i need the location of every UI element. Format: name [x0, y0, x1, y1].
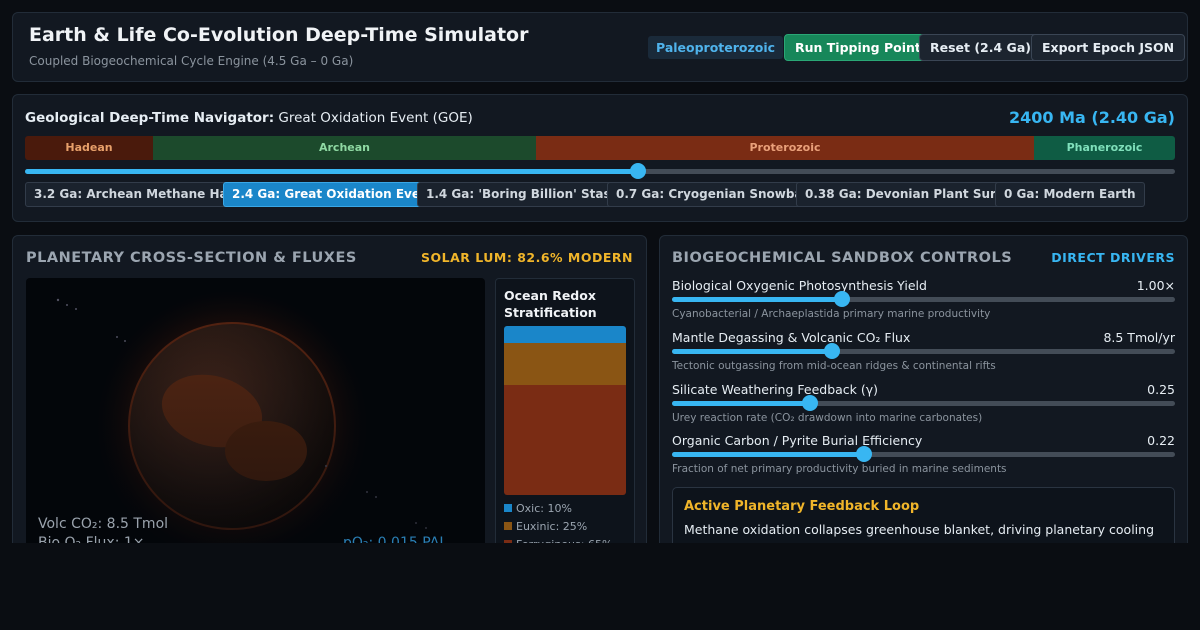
burial-efficiency-control: Organic Carbon / Pyrite Burial Efficienc…: [672, 433, 1175, 483]
ocean-redox-panel: Ocean Redox Stratification Oxic: 10% Eux…: [495, 278, 635, 558]
burial-efficiency-thumb[interactable]: [855, 446, 872, 462]
export-epoch-json-button[interactable]: Export Epoch JSON: [1031, 34, 1186, 61]
preset-boring-billion[interactable]: 1.4 Ga: 'Boring Billion' Stasis: [417, 182, 631, 207]
oxic-layer: [504, 326, 626, 343]
viewport-cutoff: [0, 543, 1200, 630]
photosynthesis-yield-slider[interactable]: [672, 291, 1175, 307]
app-header: Earth & Life Co-Evolution Deep-Time Simu…: [12, 12, 1188, 82]
preset-modern-earth[interactable]: 0 Ga: Modern Earth: [995, 182, 1145, 207]
euxinic-layer: [504, 342, 626, 386]
time-slider-fill: [25, 169, 638, 174]
photosynthesis-yield-thumb[interactable]: [834, 291, 850, 307]
burial-efficiency-slider[interactable]: [672, 446, 1175, 462]
burial-efficiency-desc: Fraction of net primary productivity bur…: [672, 463, 1007, 475]
controls-title: BIOGEOCHEMICAL SANDBOX CONTROLS: [672, 250, 1013, 266]
navigator-label: Geological Deep-Time Navigator: Great Ox…: [25, 110, 473, 126]
volcanic-co2-control: Mantle Degassing & Volcanic CO₂ Flux 8.5…: [672, 330, 1175, 380]
silicate-weathering-control: Silicate Weathering Feedback (γ) 0.25 Ur…: [672, 382, 1175, 432]
silicate-weathering-value: 0.25: [1147, 382, 1175, 397]
ferruginous-layer: [504, 385, 626, 495]
navigator-label-title: Geological Deep-Time Navigator:: [25, 110, 275, 126]
legend-oxic-label: Oxic: 10%: [516, 502, 572, 515]
run-tipping-point-button[interactable]: Run Tipping Point: [784, 34, 932, 61]
volcanic-co2-desc: Tectonic outgassing from mid-ocean ridge…: [672, 360, 996, 372]
time-readout: 2400 Ma (2.40 Ga): [1009, 108, 1175, 127]
navigator-event-name: Great Oxidation Event (GOE): [278, 110, 473, 126]
preset-archean-methane-haze[interactable]: 3.2 Ga: Archean Methane Haze: [25, 182, 252, 207]
volcanic-co2-fill: [672, 349, 832, 354]
volcanic-co2-slider[interactable]: [672, 343, 1175, 359]
burial-efficiency-value: 0.22: [1147, 433, 1175, 448]
photosynthesis-yield-desc: Cyanobacterial / Archaeplastida primary …: [672, 308, 991, 320]
app-subtitle: Coupled Biogeochemical Cycle Engine (4.5…: [29, 54, 354, 68]
cross-section-panel: PLANETARY CROSS-SECTION & FLUXES SOLAR L…: [12, 235, 647, 565]
burial-efficiency-fill: [672, 452, 864, 457]
app-title: Earth & Life Co-Evolution Deep-Time Simu…: [29, 24, 529, 46]
time-slider[interactable]: [25, 163, 1175, 179]
silicate-weathering-thumb[interactable]: [801, 395, 818, 411]
legend-swatch-oxic: [504, 504, 512, 512]
legend-euxinic-label: Euxinic: 25%: [516, 520, 588, 533]
era-badge: Paleoproterozoic: [648, 36, 784, 59]
eon-hadean[interactable]: Hadean: [25, 136, 153, 160]
silicate-weathering-desc: Urey reaction rate (CO₂ drawdown into ma…: [672, 412, 983, 424]
preset-devonian-plant-surge[interactable]: 0.38 Ga: Devonian Plant Surge: [796, 182, 1022, 207]
ocean-redox-title: Ocean Redox Stratification: [504, 288, 597, 320]
eon-timeline-bar[interactable]: Hadean Archean Proterozoic Phanerozoic: [25, 136, 1175, 160]
photosynthesis-yield-control: Biological Oxygenic Photosynthesis Yield…: [672, 278, 1175, 328]
eon-archean[interactable]: Archean: [153, 136, 536, 160]
photosynthesis-yield-fill: [672, 297, 842, 302]
volcanic-co2-overlay: Volc CO₂: 8.5 Tmol: [38, 516, 169, 532]
volcanic-co2-value: 8.5 Tmol/yr: [1103, 330, 1175, 345]
reset-button[interactable]: Reset (2.4 Ga): [919, 34, 1042, 61]
silicate-weathering-fill: [672, 401, 810, 406]
direct-drivers-badge: DIRECT DRIVERS: [1051, 250, 1175, 265]
eon-phanerozoic[interactable]: Phanerozoic: [1034, 136, 1175, 160]
silicate-weathering-slider[interactable]: [672, 395, 1175, 411]
burial-efficiency-label: Organic Carbon / Pyrite Burial Efficienc…: [672, 433, 923, 448]
solar-luminosity-badge: SOLAR LUM: 82.6% MODERN: [421, 250, 633, 265]
photosynthesis-yield-label: Biological Oxygenic Photosynthesis Yield: [672, 278, 927, 293]
planet-viewport: Volc CO₂: 8.5 Tmol Bio O₂ Flux: 1× pO₂: …: [26, 278, 485, 558]
feedback-loop-title: Active Planetary Feedback Loop: [684, 499, 920, 514]
time-slider-thumb[interactable]: [629, 163, 646, 179]
sandbox-controls-panel: BIOGEOCHEMICAL SANDBOX CONTROLS DIRECT D…: [659, 235, 1188, 565]
volcanic-co2-label: Mantle Degassing & Volcanic CO₂ Flux: [672, 330, 911, 345]
legend-euxinic: Euxinic: 25%: [504, 520, 587, 533]
volcanic-co2-thumb[interactable]: [823, 343, 840, 359]
preset-cryogenian-snowball[interactable]: 0.7 Ga: Cryogenian Snowball: [607, 182, 820, 207]
deep-time-navigator: Geological Deep-Time Navigator: Great Ox…: [12, 94, 1188, 222]
cross-section-title: PLANETARY CROSS-SECTION & FLUXES: [26, 250, 357, 266]
legend-swatch-euxinic: [504, 522, 512, 530]
photosynthesis-yield-value: 1.00×: [1136, 278, 1175, 293]
silicate-weathering-label: Silicate Weathering Feedback (γ): [672, 382, 879, 397]
feedback-loop-text: Methane oxidation collapses greenhouse b…: [684, 522, 1155, 537]
preset-great-oxidation-event[interactable]: 2.4 Ga: Great Oxidation Event: [223, 182, 444, 207]
eon-proterozoic[interactable]: Proterozoic: [536, 136, 1034, 160]
legend-oxic: Oxic: 10%: [504, 502, 572, 515]
redox-stratification-column: [504, 326, 626, 495]
